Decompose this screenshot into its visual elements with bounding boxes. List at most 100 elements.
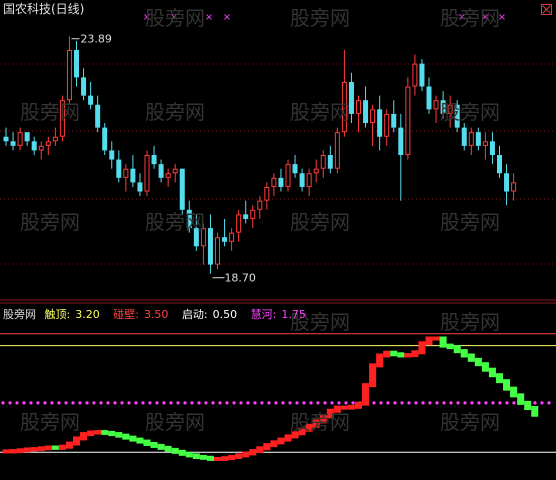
sui-he-dot: [498, 401, 502, 405]
candle-body: [264, 186, 270, 201]
sui-he-dot: [414, 401, 418, 405]
legend-label: 启动:: [181, 308, 208, 321]
indicator-segment: [101, 430, 109, 435]
watermark: 股旁网: [440, 410, 500, 434]
candle-body: [306, 173, 312, 187]
candle-body: [377, 109, 383, 137]
indicator-segment: [284, 434, 292, 442]
candle-body: [320, 155, 326, 169]
sui-he-dot: [162, 401, 166, 405]
watermark: 股旁网: [290, 6, 350, 30]
sui-he-dot: [491, 401, 495, 405]
sui-he-dot: [43, 401, 47, 405]
indicator-segment: [481, 362, 489, 372]
sui-he-dot: [456, 401, 460, 405]
candle-body: [327, 155, 333, 169]
candle-body: [497, 155, 502, 174]
sui-he-dot: [99, 401, 103, 405]
watermark: 股旁网: [440, 310, 500, 334]
sui-he-dot: [316, 401, 320, 405]
sui-he-dot: [484, 401, 488, 405]
indicator-segment: [206, 455, 214, 461]
indicator-segment: [2, 449, 10, 454]
sui-he-dot: [15, 401, 19, 405]
sui-he-dot: [400, 401, 404, 405]
watermark: 股旁网: [440, 100, 500, 124]
sui-he-dot: [463, 401, 467, 405]
indicator-segment: [383, 350, 391, 358]
indicator-segment: [44, 445, 52, 451]
legend-label: 慧河:: [250, 308, 277, 321]
indicator-segment: [495, 373, 504, 384]
legend-value: 3.50: [143, 308, 169, 321]
sui-he-dot: [197, 401, 201, 405]
chart-window: × × × × × × × 23.89 18.70 股旁网 股旁网 股旁网 股旁网 股旁网 股旁…: [0, 0, 556, 480]
indicator-segment: [411, 350, 419, 358]
candle-body: [130, 168, 136, 183]
close-icon[interactable]: [541, 4, 552, 15]
candle-body: [405, 86, 411, 155]
indicator-segment: [390, 350, 398, 357]
candle-body: [482, 141, 488, 146]
indicator-legend: 股旁网 触顶: 3.20 碰壁: 3.50 启动: 0.50 慧河: 1.75: [3, 306, 316, 322]
sui-he-dot: [57, 401, 61, 405]
sui-he-dot: [351, 401, 355, 405]
sui-he-dot: [253, 401, 257, 405]
indicator-segment: [51, 445, 59, 450]
candle-body: [74, 49, 79, 78]
indicator-segment: [277, 437, 285, 445]
sui-he-dot: [260, 401, 264, 405]
indicator-segment: [23, 447, 31, 453]
indicator-segment: [108, 430, 116, 437]
indicator-segment: [362, 383, 370, 406]
sui-he-dot: [169, 401, 173, 405]
indicator-segment: [397, 352, 405, 358]
sui-he-dot: [71, 401, 75, 405]
watermark: 股旁网: [290, 100, 350, 124]
sui-he-dot: [386, 401, 390, 405]
legend-label: 触顶:: [44, 308, 71, 321]
sui-he-dot: [428, 401, 432, 405]
sui-he-dot: [232, 401, 236, 405]
candle-body: [151, 155, 157, 165]
legend-sui-he: 慧河: 1.75: [251, 308, 311, 321]
sui-he-dot: [176, 401, 180, 405]
sui-he-dot: [113, 401, 117, 405]
indicator-segment: [228, 454, 236, 461]
legend-value: 0.50: [212, 308, 238, 321]
indicator-segment: [425, 336, 433, 346]
sui-he-dot: [470, 401, 474, 405]
candle-body: [461, 127, 467, 146]
candle-body: [88, 95, 94, 105]
sui-he-dot: [295, 401, 299, 405]
indicator-segment: [270, 440, 278, 448]
indicator-segment: [439, 336, 447, 348]
candle-body: [52, 136, 58, 142]
indicator-segment: [453, 345, 461, 354]
indicator-segment: [185, 451, 193, 458]
candle-body: [144, 155, 150, 192]
indicator-segment: [30, 447, 38, 452]
sui-he-dot: [302, 401, 306, 405]
sui-he-dot: [239, 401, 243, 405]
indicator-segment: [510, 386, 518, 398]
sui-he-dot: [141, 401, 145, 405]
candle-body: [24, 132, 30, 142]
legend-value: 1.75: [281, 308, 306, 321]
candle-body: [334, 132, 340, 169]
indicator-segment: [221, 456, 229, 461]
candle-body: [426, 86, 432, 110]
indicator-segment: [115, 432, 123, 438]
indicator-segment: [256, 446, 264, 454]
candle-body: [489, 141, 495, 155]
sui-he-dot: [547, 401, 551, 405]
candle-body: [236, 214, 242, 233]
indicator-segment: [213, 456, 222, 461]
indicator-segment: [263, 443, 271, 451]
watermark: 股旁网: [20, 210, 80, 234]
watermark: 股旁网: [145, 210, 205, 234]
candle-body: [356, 100, 361, 114]
indicator-segment: [136, 437, 144, 444]
sui-he-dot: [106, 401, 110, 405]
signal-cross-icon: ×: [223, 12, 231, 23]
